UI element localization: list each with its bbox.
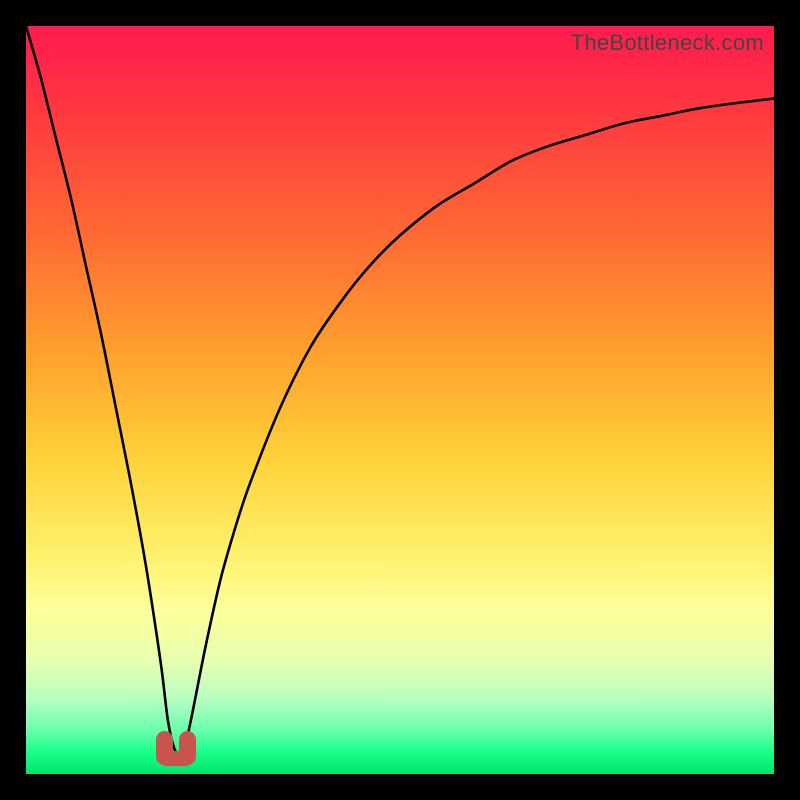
plot-area: TheBottleneck.com <box>26 26 774 774</box>
chart-frame: TheBottleneck.com <box>0 0 800 800</box>
curve-svg <box>26 26 774 774</box>
bottleneck-curve-path <box>26 26 774 755</box>
min-marker-right <box>179 731 196 765</box>
